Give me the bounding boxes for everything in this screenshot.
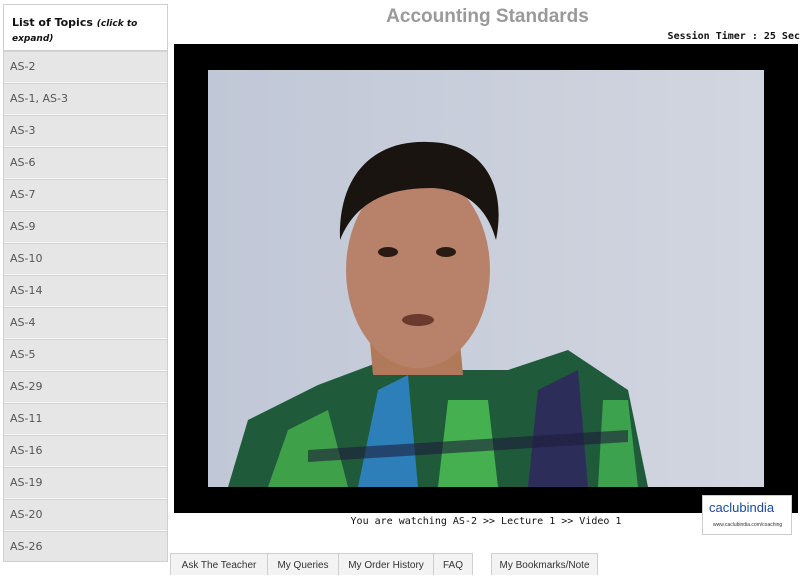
- sidebar-header-title: List of Topics: [12, 16, 93, 29]
- lecturer-video-still: [208, 70, 764, 487]
- tab-my-order-history[interactable]: My Order History: [338, 553, 434, 575]
- topic-item-as-11[interactable]: AS-11: [4, 403, 167, 435]
- topic-item-as-26[interactable]: AS-26: [4, 531, 167, 561]
- topic-item-as-2[interactable]: AS-2: [4, 51, 167, 83]
- tab-my-bookmarks-note[interactable]: My Bookmarks/Note: [491, 553, 598, 575]
- video-frame[interactable]: [208, 70, 764, 487]
- topic-item-as-5[interactable]: AS-5: [4, 339, 167, 371]
- topics-sidebar: List of Topics (click to expand) AS-2 AS…: [3, 4, 168, 562]
- topic-item-as-6[interactable]: AS-6: [4, 147, 167, 179]
- topic-item-as-9[interactable]: AS-9: [4, 211, 167, 243]
- session-timer: Session Timer : 25 Sec: [667, 31, 800, 42]
- topic-item-as-7[interactable]: AS-7: [4, 179, 167, 211]
- tab-my-queries[interactable]: My Queries: [267, 553, 339, 575]
- topic-item-as-3[interactable]: AS-3: [4, 115, 167, 147]
- caclubindia-logo: caclubindia www.caclubindia.com/coaching: [702, 495, 792, 535]
- logo-text: caclubindia: [709, 500, 775, 515]
- sidebar-header: List of Topics (click to expand): [4, 5, 167, 51]
- tab-faq[interactable]: FAQ: [433, 553, 473, 575]
- page-title: Accounting Standards: [386, 6, 589, 27]
- now-watching-text: You are watching AS-2 >> Lecture 1 >> Vi…: [350, 516, 622, 527]
- topic-item-as-1-as-3[interactable]: AS-1, AS-3: [4, 83, 167, 115]
- topic-item-as-19[interactable]: AS-19: [4, 467, 167, 499]
- topic-item-as-16[interactable]: AS-16: [4, 435, 167, 467]
- topic-item-as-14[interactable]: AS-14: [4, 275, 167, 307]
- topic-item-as-4[interactable]: AS-4: [4, 307, 167, 339]
- topic-item-as-10[interactable]: AS-10: [4, 243, 167, 275]
- video-player[interactable]: caclubindia www.caclubindia.com/coaching: [174, 44, 798, 535]
- topic-item-as-29[interactable]: AS-29: [4, 371, 167, 403]
- topic-item-as-20[interactable]: AS-20: [4, 499, 167, 531]
- tab-ask-the-teacher[interactable]: Ask The Teacher: [170, 553, 268, 575]
